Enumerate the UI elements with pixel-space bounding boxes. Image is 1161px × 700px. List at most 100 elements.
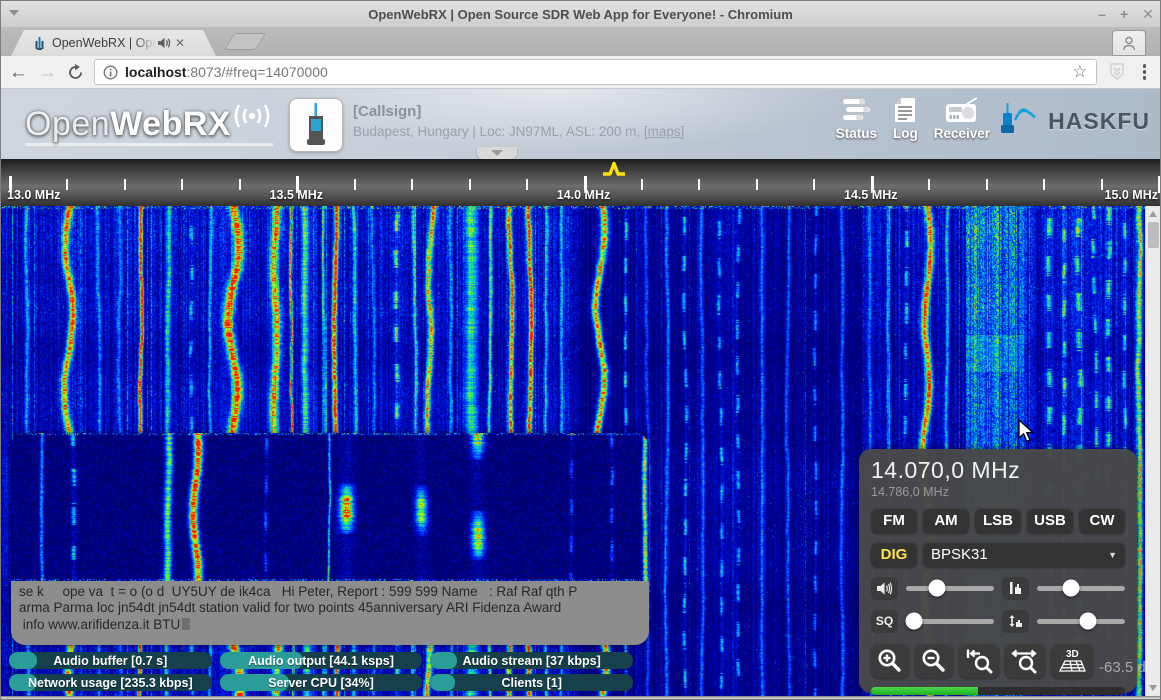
dig-row: DIG BPSK31▼ (871, 542, 1125, 567)
scale-tick (813, 179, 815, 190)
signal-level-fill (871, 687, 978, 695)
waterfall-max-icon[interactable] (1002, 577, 1029, 600)
waterfall-min-thumb[interactable] (1080, 613, 1097, 630)
log-button[interactable]: Log (893, 97, 918, 141)
browser-tab[interactable]: OpenWebRX | Open ✕ (11, 30, 216, 56)
waterfall-min-slider[interactable] (1037, 619, 1125, 624)
frequency-scale[interactable]: 13.0 MHz13.5 MHz14.0 MHz14.5 MHz15.0 MHz (1, 159, 1160, 206)
browser-menu-icon[interactable] (1137, 64, 1153, 80)
digimode-panel: se k ope va t = o (o d UY5UY de ik4ca Hi… (11, 433, 649, 645)
maps-link[interactable]: [maps] (644, 124, 685, 139)
haskfu-logo: HASKFU (1000, 101, 1150, 135)
zoom-selection-button[interactable] (959, 643, 999, 678)
squelch-button[interactable]: SQ (871, 610, 898, 633)
page-scrollbar[interactable] (1145, 206, 1160, 696)
window-bottom-edge (1, 696, 1160, 700)
digimode-waterfall[interactable] (11, 433, 649, 581)
log-document-icon (894, 97, 916, 123)
scale-label: 13.0 MHz (7, 188, 61, 202)
tuned-frequency[interactable]: 14.070,0 MHz (871, 457, 1125, 484)
scale-tick (526, 179, 528, 190)
squelch-slider[interactable] (906, 619, 994, 624)
mode-lsb-button[interactable]: LSB (975, 508, 1021, 533)
waterfall-3d-button[interactable]: 3D (1051, 643, 1093, 678)
minimize-button[interactable]: – (1098, 6, 1106, 22)
zoom-full-button[interactable] (1005, 643, 1045, 678)
zoom-out-button[interactable] (915, 643, 953, 678)
speaker-icon[interactable] (871, 577, 898, 600)
window-title: OpenWebRX | Open Source SDR Web App for … (1, 7, 1160, 22)
mode-usb-button[interactable]: USB (1027, 508, 1073, 533)
receiver-callsign: [Callsign] (353, 103, 684, 120)
waterfall-min-icon[interactable] (1002, 610, 1029, 633)
tab-close-icon[interactable]: ✕ (175, 36, 185, 50)
squelch-slider-thumb[interactable] (905, 613, 922, 630)
close-button[interactable]: ✕ (1142, 6, 1154, 23)
browser-window: OpenWebRX | Open Source SDR Web App for … (0, 0, 1161, 700)
header-nav: Status Log Receiver (836, 97, 990, 141)
receiver-identity: [Callsign] Budapest, Hungary | Loc: JN97… (353, 103, 684, 139)
radio-icon (945, 97, 979, 123)
mode-cw-button[interactable]: CW (1079, 508, 1125, 533)
scale-tick (986, 179, 988, 190)
scale-label: 14.5 MHz (844, 188, 898, 202)
digimode-select[interactable]: BPSK31▼ (923, 542, 1125, 567)
waterfall-max-slider[interactable] (1037, 586, 1125, 591)
tab-audio-icon[interactable] (158, 37, 171, 49)
maximize-button[interactable]: + (1120, 6, 1128, 22)
waterfall-max-thumb[interactable] (1063, 580, 1080, 597)
back-button[interactable]: ← (9, 63, 28, 82)
status-sliders-icon (841, 97, 871, 123)
info-icon[interactable] (103, 65, 118, 80)
receiver-location: Budapest, Hungary | Loc: JN97ML, ASL: 20… (353, 124, 684, 139)
status-button[interactable]: Status (836, 97, 877, 141)
scale-label: 15.0 MHz (1105, 188, 1159, 202)
zoom-full-icon (1011, 648, 1039, 674)
forward-button[interactable]: → (38, 63, 57, 82)
scroll-down-icon[interactable] (1149, 685, 1157, 691)
decoded-text: se k ope va t = o (o d UY5UY de ik4ca Hi… (11, 581, 649, 645)
status-bar: Audio buffer [0.7 s] Audio output [44.1 … (9, 652, 633, 691)
profile-button[interactable] (1112, 30, 1146, 56)
reload-icon[interactable] (67, 64, 84, 81)
decoded-line: arma Parma loc jn54dt jn54dt station val… (19, 600, 641, 616)
url-text[interactable]: localhost:8073/#freq=14070000 (125, 64, 1065, 80)
bookmark-star-icon[interactable]: ☆ (1072, 62, 1087, 82)
decoded-line: info www.arifidenza.it BTU (19, 617, 641, 633)
audio-stream-pill: Audio stream [37 kbps] (430, 652, 633, 669)
collapse-header-button[interactable] (477, 147, 517, 159)
zoom-in-button[interactable] (871, 643, 909, 678)
tab-title: OpenWebRX | Open (52, 36, 156, 50)
scale-tick (469, 179, 471, 190)
haskfu-radio-icon (1000, 101, 1046, 135)
scroll-up-icon[interactable] (1149, 211, 1157, 217)
mode-fm-button[interactable]: FM (871, 508, 917, 533)
mode-am-button[interactable]: AM (923, 508, 969, 533)
window-menu-icon[interactable] (9, 10, 19, 16)
url-host: localhost (125, 64, 186, 80)
scale-tick (1043, 179, 1045, 190)
mode-dig-button[interactable]: DIG (871, 542, 917, 567)
network-usage-pill: Network usage [235.3 kbps] (9, 674, 212, 691)
chevron-down-icon (491, 150, 503, 156)
url-bar[interactable]: localhost:8073/#freq=14070000 ☆ (94, 59, 1097, 85)
server-cpu-pill: Server CPU [34%] (220, 674, 423, 691)
signal-level-bar (871, 687, 1125, 695)
receiver-nav-button[interactable]: Receiver (934, 97, 990, 141)
url-path: :8073/#freq=14070000 (186, 64, 327, 80)
scale-label: 13.5 MHz (270, 188, 324, 202)
volume-slider-thumb[interactable] (928, 580, 945, 597)
scale-tick (411, 179, 413, 190)
scale-tick (756, 179, 758, 190)
scale-tick (239, 179, 241, 190)
scale-tick (181, 179, 183, 190)
new-tab-button[interactable] (224, 33, 267, 50)
3d-view-icon: 3D (1057, 648, 1087, 674)
openwebrx-logo[interactable]: OpenWebRX (25, 103, 273, 146)
volume-slider[interactable] (906, 586, 994, 591)
tuning-marker-icon[interactable] (601, 161, 629, 177)
receiver-panel: 14.070,0 MHz 14.786,0 MHz FM AM LSB USB … (859, 449, 1137, 693)
haskfu-text: HASKFU (1048, 108, 1150, 135)
scrollbar-thumb[interactable] (1148, 222, 1159, 248)
extension-chevron-icon[interactable] (1107, 61, 1127, 83)
